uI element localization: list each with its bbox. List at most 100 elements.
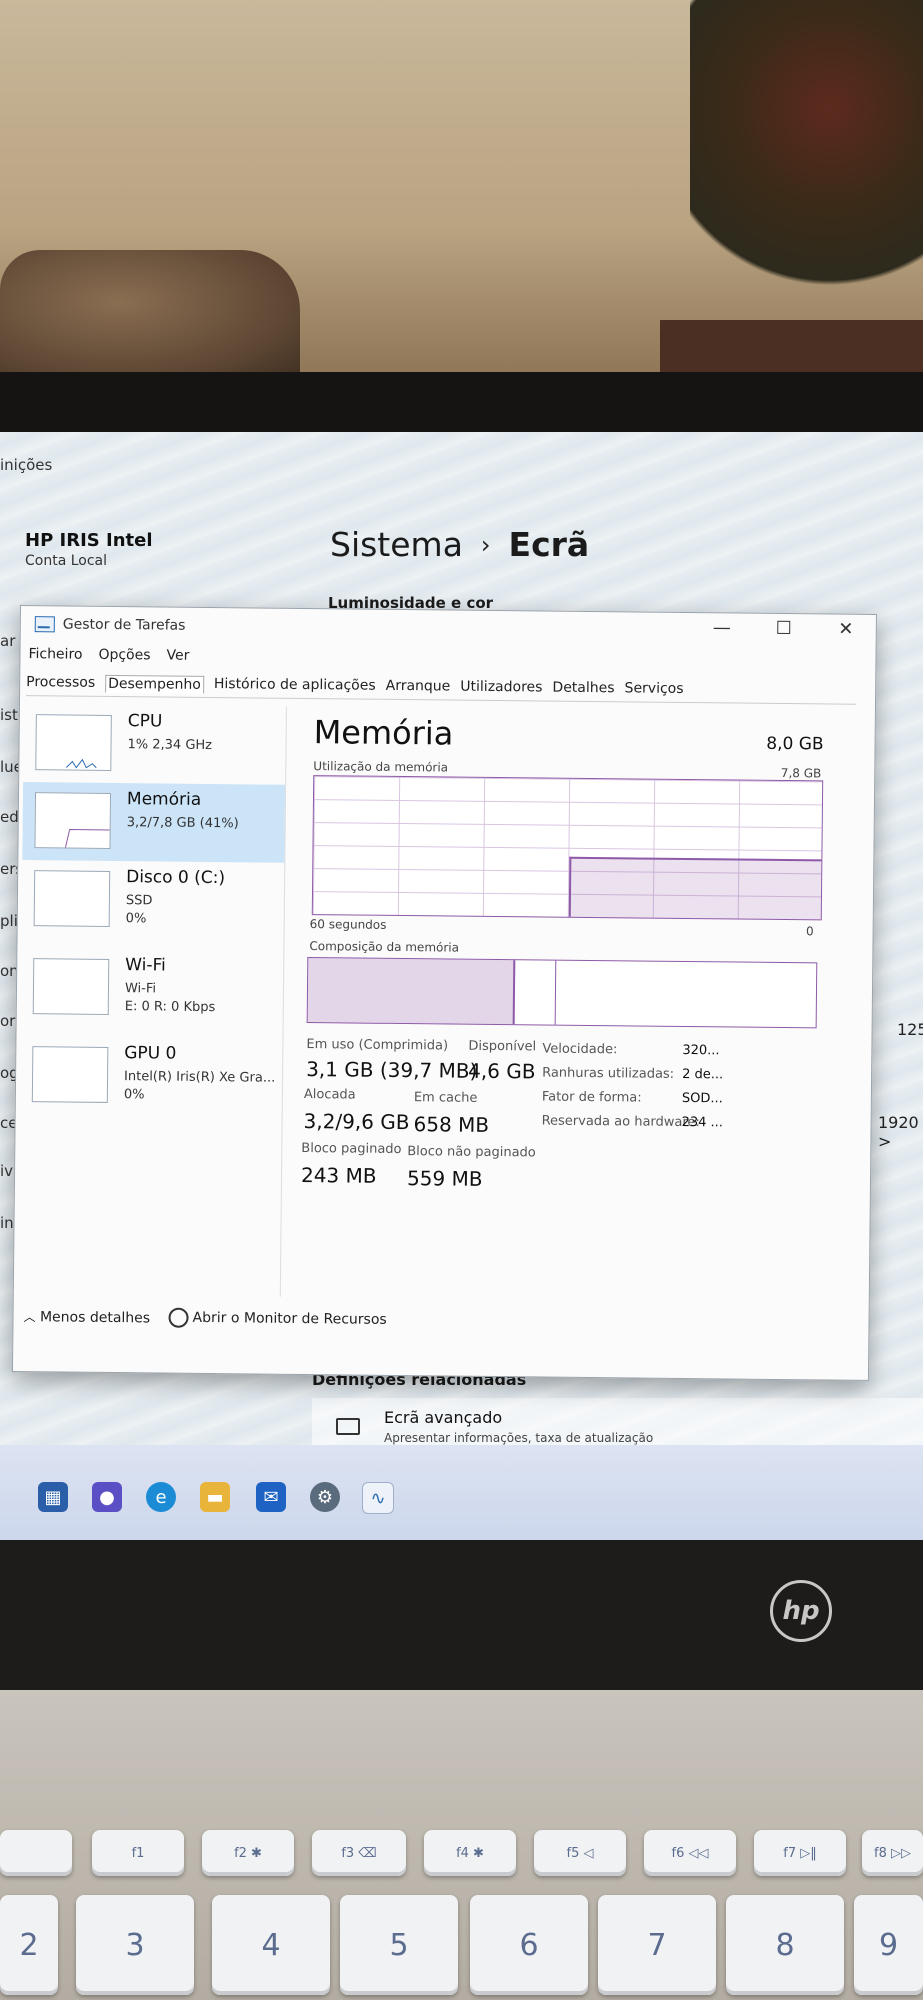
memory-usage-fill [568,856,822,920]
perf-item-detail: 1% 2,34 GHz [127,737,213,754]
perf-item-detail: SSD [125,893,153,909]
perf-item-detail: Wi-Fi [124,981,157,997]
monitor-icon [336,1418,360,1435]
perf-item-disk[interactable]: Disco 0 (C:) SSD 0% [22,860,285,941]
committed-value: 3,2/9,6 GB [303,1108,410,1135]
available-label: Disponível [468,1038,537,1055]
committed-label: Alocada [303,1087,356,1103]
spec-value: 2 de... [682,1066,724,1083]
perf-item-wifi[interactable]: Wi-Fi Wi-Fi E: 0 R: 0 Kbps [21,948,284,1029]
memory-thumbnail-graph [34,792,112,849]
keyboard-deck: f1 f2 ✱ f3 ⌫ f4 ✱ f5 ◁ f6 ◁◁ f7 ▷‖ f8 ▷▷… [0,1690,923,2000]
wifi-thumbnail-graph [32,958,110,1015]
memory-usage-max: 7,8 GB [780,765,822,781]
cpu-thumbnail-graph [35,714,112,771]
spec-label: Ranhuras utilizadas: [542,1065,675,1082]
scale-value[interactable]: 125 [897,1020,923,1039]
perf-item-cpu[interactable]: CPU 1% 2,34 GHz [23,704,286,785]
memory-sparkline [64,829,110,848]
resolution-value[interactable]: 1920 > [878,1113,923,1151]
close-button[interactable]: ✕ [826,618,866,640]
nonpaged-pool-value: 559 MB [406,1166,483,1191]
cached-value: 658 MB [413,1112,490,1137]
tab-users[interactable]: Utilizadores [460,679,542,698]
edge-browser-icon[interactable]: e [146,1482,176,1512]
resource-monitor-icon [168,1307,189,1328]
settings-window-title: inições [0,456,53,474]
settings-gear-icon[interactable]: ⚙ [310,1482,340,1512]
perf-item-name: GPU 0 [124,1043,177,1064]
tab-services[interactable]: Serviços [624,680,684,699]
start-windows-icon[interactable]: ▦ [38,1482,68,1512]
tab-startup[interactable]: Arranque [386,678,451,697]
perf-item-detail: 3,2/7,8 GB (41%) [126,815,239,832]
hp-logo: hp [770,1580,832,1642]
maximize-button[interactable]: ☐ [764,618,804,639]
teams-chat-icon[interactable]: ● [92,1482,122,1512]
memory-detail-pane: Memória 8,0 GB Utilização da memória 7,8… [300,707,846,1303]
spec-value: 234 ... [681,1114,724,1131]
user-account-type: Conta Local [25,553,108,569]
menu-view[interactable]: Ver [166,648,189,664]
memory-total: 8,0 GB [766,733,824,755]
tab-app-history[interactable]: Histórico de aplicações [214,676,376,696]
resource-monitor-link[interactable]: Abrir o Monitor de Recursos [168,1307,387,1330]
tab-processes[interactable]: Processos [26,674,95,693]
resource-monitor-label: Abrir o Monitor de Recursos [192,1309,387,1328]
spec-label: Velocidade: [542,1041,618,1058]
window-controls: — ☐ ✕ [702,617,866,640]
composition-modified [514,960,557,1025]
menu-options[interactable]: Opções [98,647,150,664]
keyboard-key: f2 ✱ [202,1830,294,1876]
in-use-label: Em uso (Comprimida) [306,1037,449,1054]
keyboard-key: f7 ▷‖ [754,1830,846,1876]
tab-performance[interactable]: Desempenho [105,674,204,694]
keyboard-key: 5 [340,1895,458,1995]
perf-item-detail-2: E: 0 R: 0 Kbps [124,999,216,1016]
title-bar: Gestor de Tarefas [34,616,186,634]
perf-item-name: Wi-Fi [125,955,166,976]
performance-list: CPU 1% 2,34 GHz Memória 3,2/7,8 GB (41%)… [17,704,287,1297]
perf-item-memory[interactable]: Memória 3,2/7,8 GB (41%) [22,782,286,863]
background-cabinet [660,320,923,380]
minimize-button[interactable]: — [702,617,742,638]
mail-icon[interactable]: ✉ [256,1482,286,1512]
paged-pool-value: 243 MB [300,1162,377,1188]
cached-label: Em cache [413,1090,478,1106]
disk-thumbnail-graph [33,870,111,927]
nonpaged-pool-label: Bloco não paginado [407,1144,536,1161]
keyboard-key: f8 ▷▷ [862,1830,923,1876]
background-plant [690,0,923,310]
keyboard-key: f5 ◁ [534,1830,626,1876]
spec-label: Reservada ao hardware: [541,1113,700,1131]
menu-file[interactable]: Ficheiro [28,646,82,663]
advanced-display-row[interactable]: Ecrã avançado Apresentar informações, ta… [312,1398,923,1448]
perf-item-detail: Intel(R) Iris(R) Xe Gra... [123,1069,276,1086]
keyboard-key: 4 [212,1895,330,1995]
fewer-details-link[interactable]: ︿ Menos detalhes [23,1308,150,1326]
background-sofa [0,250,300,380]
tab-details[interactable]: Detalhes [552,680,614,699]
perf-item-gpu[interactable]: GPU 0 Intel(R) Iris(R) Xe Gra... 0% [20,1036,283,1117]
task-manager-taskbar-icon[interactable]: ∿ [362,1482,394,1514]
advanced-display-label: Ecrã avançado [384,1408,503,1427]
memory-usage-graph [311,775,824,921]
perf-item-name: Memória [126,789,202,810]
memory-composition-bar [306,957,818,1029]
composition-in-use [307,958,516,1025]
keyboard-key: 9 [854,1895,923,1995]
composition-label: Composição da memória [309,939,460,955]
tab-bar: Processos Desempenho Histórico de aplica… [26,674,857,705]
keyboard-key: 6 [470,1895,588,1995]
breadcrumb-parent[interactable]: Sistema [330,525,463,564]
gpu-thumbnail-graph [31,1046,109,1103]
breadcrumb-current: Ecrã [508,525,590,564]
keyboard-key: 2 [0,1895,58,1995]
keyboard-key: f4 ✱ [424,1830,516,1876]
perf-item-detail-2: 0% [123,1087,145,1103]
menu-bar: Ficheiro Opções Ver [28,646,189,664]
keyboard-key: 3 [76,1895,194,1995]
paged-pool-label: Bloco paginado [301,1140,402,1158]
perf-item-name: Disco 0 (C:) [126,867,226,889]
file-explorer-icon[interactable]: ▬ [200,1482,230,1512]
